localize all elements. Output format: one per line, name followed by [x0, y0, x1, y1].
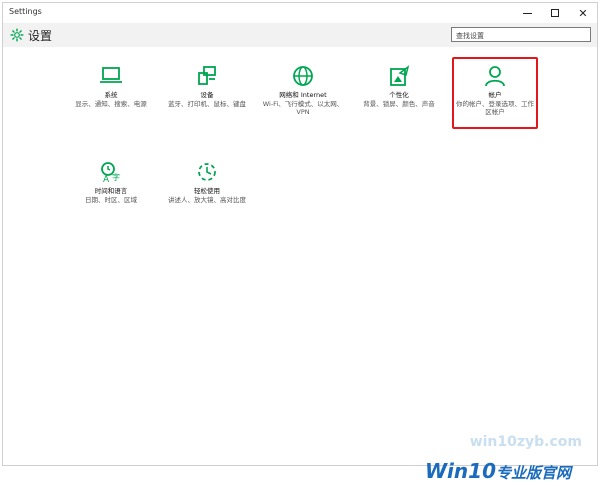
- tile-devices[interactable]: 设备 蓝牙、打印机、鼠标、键盘: [162, 65, 252, 108]
- close-button[interactable]: ✕: [569, 3, 597, 23]
- close-icon: ✕: [578, 6, 588, 20]
- brand-logo: Win10专业版官网: [425, 459, 571, 483]
- svg-text:字: 字: [112, 172, 120, 182]
- time-language-icon: A 字: [101, 162, 120, 183]
- svg-text:A: A: [103, 175, 110, 183]
- tile-time-language[interactable]: A 字 时间和语言 日期、时区、区域: [66, 161, 156, 204]
- minimize-button[interactable]: [513, 3, 541, 23]
- tile-personalization[interactable]: 个性化 背景、锁屏、颜色、声音: [354, 65, 444, 108]
- accounts-highlight-frame: [452, 57, 538, 129]
- brand-text: 专业版官网: [496, 464, 572, 482]
- gear-icon: [10, 28, 24, 42]
- tile-network[interactable]: 网络和 Internet Wi-Fi、飞行模式、以太网、VPN: [258, 65, 348, 116]
- tile-description: 日期、时区、区域: [85, 196, 137, 204]
- title-bar: Settings ✕: [3, 3, 597, 23]
- window-title: Settings: [9, 7, 42, 16]
- globe-icon: [293, 66, 313, 86]
- tile-name: 时间和语言: [94, 187, 128, 195]
- tile-name: 个性化: [389, 91, 409, 99]
- maximize-icon: [551, 9, 559, 17]
- tile-description: 背景、锁屏、颜色、声音: [363, 100, 435, 108]
- brand-win10: Win10: [425, 459, 496, 483]
- maximize-button[interactable]: [541, 3, 569, 23]
- personalization-icon: [390, 65, 410, 86]
- tile-description: 讲述人、放大镜、高对比度: [168, 196, 246, 204]
- page-title: 设置: [28, 29, 53, 43]
- tile-name: 网络和 Internet: [279, 91, 327, 99]
- tile-description: Wi-Fi、飞行模式、以太网、VPN: [262, 100, 344, 116]
- settings-window: Settings ✕ 设置 查找设置 系统 显示、通知、搜索、电源 设备 蓝牙、…: [2, 2, 598, 466]
- watermark-site: win10zyb.com: [469, 434, 582, 450]
- search-input[interactable]: 查找设置: [451, 27, 591, 42]
- minimize-icon: [522, 12, 532, 14]
- tile-description: 显示、通知、搜索、电源: [75, 100, 147, 108]
- tile-name: 设备: [200, 91, 214, 99]
- tile-name: 系统: [104, 91, 118, 99]
- tile-system[interactable]: 系统 显示、通知、搜索、电源: [66, 65, 156, 108]
- devices-icon: [198, 66, 216, 85]
- laptop-icon: [100, 67, 122, 83]
- ease-of-access-icon: [198, 163, 216, 181]
- tile-description: 蓝牙、打印机、鼠标、键盘: [168, 100, 246, 108]
- tile-name: 轻松使用: [194, 187, 220, 195]
- tile-ease-of-access[interactable]: 轻松使用 讲述人、放大镜、高对比度: [162, 161, 252, 204]
- settings-header: 设置 查找设置: [3, 23, 597, 47]
